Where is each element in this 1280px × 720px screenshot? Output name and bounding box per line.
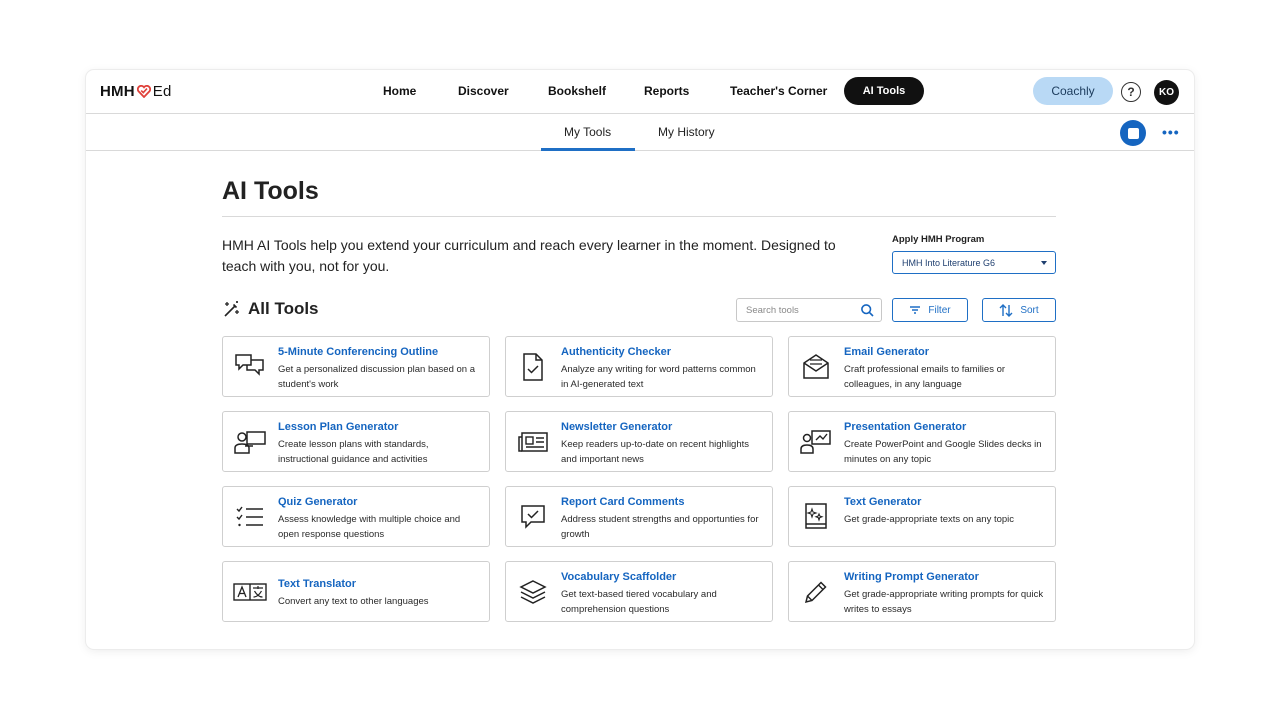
tool-card-presentation-generator[interactable]: Presentation Generator Create PowerPoint… xyxy=(788,411,1056,472)
tab-my-tools[interactable]: My Tools xyxy=(564,125,611,139)
sparkle-book-icon xyxy=(799,501,833,533)
hmh-ed-logo[interactable]: HMH Ed xyxy=(100,83,172,100)
tool-title: Vocabulary Scaffolder xyxy=(561,571,677,583)
search-placeholder: Search tools xyxy=(746,305,799,316)
intro-text: HMH AI Tools help you extend your curric… xyxy=(222,237,836,274)
top-navigation: HMH Ed Home Discover Bookshelf Reports T… xyxy=(86,70,1194,114)
nav-ai-tools[interactable]: AI Tools xyxy=(844,77,924,105)
pencil-icon xyxy=(799,576,833,608)
nav-teachers-corner[interactable]: Teacher's Corner xyxy=(730,84,827,98)
envelope-icon xyxy=(799,351,833,383)
tool-title: Quiz Generator xyxy=(278,496,358,508)
tool-description: Address student strengths and opportunti… xyxy=(561,514,759,540)
tool-card-email-generator[interactable]: Email Generator Craft professional email… xyxy=(788,336,1056,397)
checklist-icon xyxy=(233,501,267,533)
tab-my-history[interactable]: My History xyxy=(658,125,715,139)
tool-description: Create lesson plans with standards, inst… xyxy=(278,439,429,465)
caret-down-icon xyxy=(1041,261,1047,265)
tool-description: Craft professional emails to families or… xyxy=(844,364,1006,390)
tool-title: Presentation Generator xyxy=(844,421,967,433)
program-select-value: HMH Into Literature G6 xyxy=(902,258,996,268)
page-title: AI Tools xyxy=(222,177,319,205)
comment-check-icon xyxy=(516,501,550,533)
app-window: HMH Ed Home Discover Bookshelf Reports T… xyxy=(86,70,1194,649)
tool-description: Create PowerPoint and Google Slides deck… xyxy=(844,439,1042,465)
document-check-icon xyxy=(516,351,550,383)
coachly-button[interactable]: Coachly xyxy=(1033,77,1113,105)
tool-title: Report Card Comments xyxy=(561,496,685,508)
tool-card-quiz-generator[interactable]: Quiz Generator Assess knowledge with mul… xyxy=(222,486,490,547)
tool-title: Lesson Plan Generator xyxy=(278,421,399,433)
filter-button[interactable]: Filter xyxy=(892,298,968,322)
tool-title: Newsletter Generator xyxy=(561,421,673,433)
tool-description: Get grade-appropriate writing prompts fo… xyxy=(844,589,1044,615)
tool-title: Text Translator xyxy=(278,578,357,590)
tool-card-conferencing-outline[interactable]: 5-Minute Conferencing Outline Get a pers… xyxy=(222,336,490,397)
teacher-board-icon xyxy=(233,426,267,458)
presentation-icon xyxy=(799,426,833,458)
tool-description: Analyze any writing for word patterns co… xyxy=(561,364,756,390)
search-input[interactable]: Search tools xyxy=(736,298,882,322)
tool-title: Text Generator xyxy=(844,496,922,508)
tool-card-lesson-plan-generator[interactable]: Lesson Plan Generator Create lesson plan… xyxy=(222,411,490,472)
tool-card-newsletter-generator[interactable]: Newsletter Generator Keep readers up-to-… xyxy=(505,411,773,472)
layers-icon xyxy=(516,576,550,608)
sort-button[interactable]: Sort xyxy=(982,298,1056,322)
program-label: Apply HMH Program xyxy=(892,234,985,245)
section-title: All Tools xyxy=(248,299,319,318)
chat-button[interactable] xyxy=(1120,120,1146,146)
tool-title: 5-Minute Conferencing Outline xyxy=(278,346,439,358)
chat-bubbles-icon xyxy=(233,351,267,383)
tool-card-text-generator[interactable]: Text Generator Get grade-appropriate tex… xyxy=(788,486,1056,547)
help-icon[interactable]: ? xyxy=(1121,82,1141,102)
tool-title: Authenticity Checker xyxy=(561,346,672,358)
all-tools-header: All Tools xyxy=(222,299,319,319)
tool-description: Assess knowledge with multiple choice an… xyxy=(278,514,461,540)
tool-card-authenticity-checker[interactable]: Authenticity Checker Analyze any writing… xyxy=(505,336,773,397)
more-options-icon[interactable]: ••• xyxy=(1162,124,1180,140)
title-divider xyxy=(222,216,1056,217)
nav-home[interactable]: Home xyxy=(383,84,416,98)
translate-icon xyxy=(233,576,267,608)
logo-text-hmh: HMH xyxy=(100,83,135,100)
active-tab-indicator xyxy=(541,148,635,151)
sub-navigation: My Tools My History ••• xyxy=(86,115,1194,151)
tool-description: Keep readers up-to-date on recent highli… xyxy=(561,439,750,465)
tool-description: Get a personalized discussion plan based… xyxy=(278,364,475,390)
tools-grid: 5-Minute Conferencing Outline Get a pers… xyxy=(222,336,1056,622)
filter-label: Filter xyxy=(928,304,951,316)
filter-icon xyxy=(910,306,921,314)
tool-card-text-translator[interactable]: Text Translator Convert any text to othe… xyxy=(222,561,490,622)
tool-description: Get grade-appropriate texts on any topic xyxy=(844,514,1015,525)
nav-discover[interactable]: Discover xyxy=(458,84,509,98)
tool-card-report-card-comments[interactable]: Report Card Comments Address student str… xyxy=(505,486,773,547)
program-select[interactable]: HMH Into Literature G6 xyxy=(892,251,1056,274)
nav-reports[interactable]: Reports xyxy=(644,84,689,98)
logo-text-ed: Ed xyxy=(152,83,172,100)
tool-description: Convert any text to other languages xyxy=(278,596,429,607)
tool-card-writing-prompt-generator[interactable]: Writing Prompt Generator Get grade-appro… xyxy=(788,561,1056,622)
sort-icon xyxy=(999,303,1013,317)
chat-bubble-icon xyxy=(1127,127,1139,139)
search-icon[interactable] xyxy=(860,303,875,318)
tool-description: Get text-based tiered vocabulary and com… xyxy=(561,589,717,615)
newspaper-icon xyxy=(516,426,550,458)
tool-title: Email Generator xyxy=(844,346,929,358)
tool-title: Writing Prompt Generator xyxy=(844,571,979,583)
sort-label: Sort xyxy=(1020,304,1039,316)
nav-bookshelf[interactable]: Bookshelf xyxy=(548,84,606,98)
tool-card-vocabulary-scaffolder[interactable]: Vocabulary Scaffolder Get text-based tie… xyxy=(505,561,773,622)
heart-check-icon xyxy=(136,85,151,98)
magic-wand-icon xyxy=(224,301,239,317)
user-avatar[interactable]: KO xyxy=(1154,80,1179,105)
